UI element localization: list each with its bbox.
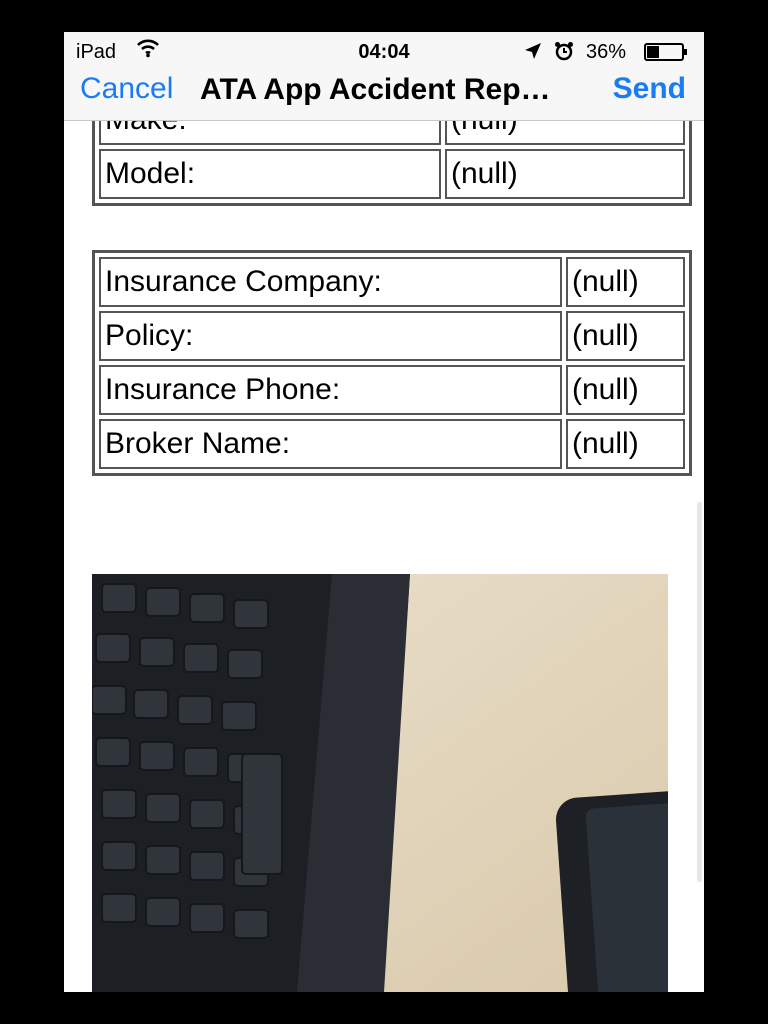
photo-icon [92,574,668,992]
location-arrow-icon [525,43,541,59]
alarm-clock-icon [555,42,573,61]
broker-name-value: (null) [566,419,685,469]
policy-value: (null) [566,311,685,361]
cancel-button[interactable]: Cancel [80,72,173,106]
policy-label: Policy: [99,311,562,361]
model-label: Model: [99,149,441,199]
insurance-table: Insurance Company: (null) Policy: (null)… [92,250,692,476]
scroll-indicator[interactable] [697,502,702,882]
table-row: Model: (null) [99,149,685,199]
battery-icon [644,43,687,61]
battery-percent: 36% [586,41,627,63]
table-row: Insurance Company: (null) [99,257,685,307]
model-value: (null) [445,149,685,199]
insurance-company-value: (null) [566,257,685,307]
attached-photo[interactable] [92,574,668,992]
email-body[interactable]: Make: (null) Model: (null) Insurance Com… [64,32,704,992]
table-row: Insurance Phone: (null) [99,365,685,415]
email-subject-title: ATA App Accident Rep… [200,73,551,106]
status-bar: iPad 04:04 36% [64,32,704,72]
insurance-company-label: Insurance Company: [99,257,562,307]
send-button[interactable]: Send [613,72,686,106]
table-row: Broker Name: (null) [99,419,685,469]
navigation-bar: Cancel ATA App Accident Rep… Send [64,72,704,120]
screen: Make: (null) Model: (null) Insurance Com… [64,32,704,992]
table-row: Policy: (null) [99,311,685,361]
top-bar: iPad 04:04 36% Cancel ATA App Accident R… [64,32,704,121]
insurance-phone-label: Insurance Phone: [99,365,562,415]
broker-name-label: Broker Name: [99,419,562,469]
insurance-phone-value: (null) [566,365,685,415]
